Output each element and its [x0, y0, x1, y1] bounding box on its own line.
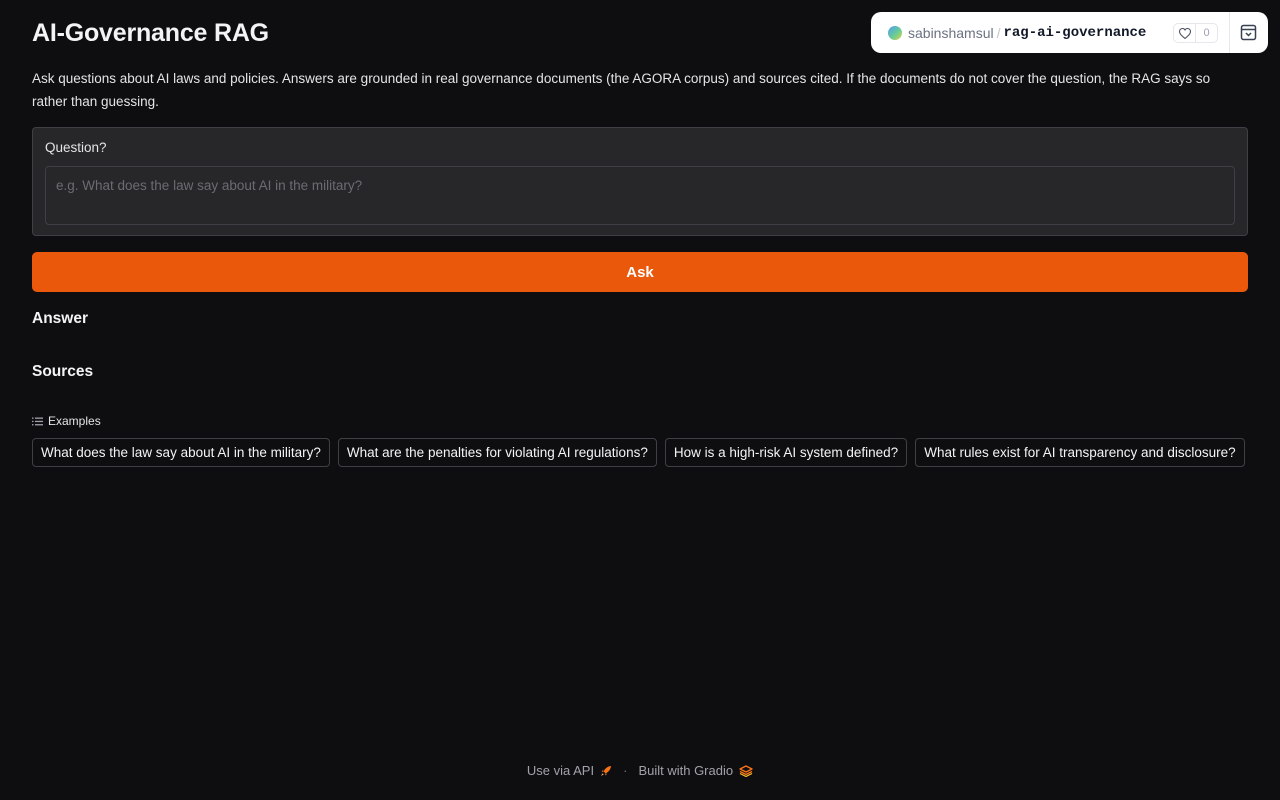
example-military[interactable]: What does the law say about AI in the mi…	[32, 438, 330, 467]
use-via-api-label: Use via API	[526, 763, 595, 778]
built-with-gradio-link[interactable]: Built with Gradio	[638, 763, 753, 778]
ask-button[interactable]: Ask	[32, 252, 1248, 292]
page-title: AI-Governance RAG	[32, 19, 269, 47]
example-high-risk[interactable]: How is a high-risk AI system defined?	[664, 438, 908, 467]
gradio-app: AI-Governance RAG sabinshamsul / rag-ai-…	[0, 0, 1280, 800]
hf-space-badge: sabinshamsul / rag-ai-governance 0	[871, 12, 1268, 53]
rocket-icon	[601, 765, 612, 776]
example-penalties[interactable]: What are the penalties for violating AI …	[337, 438, 657, 467]
footer: Use via API · Built with Gradio	[0, 763, 1280, 778]
question-block: Question?	[32, 127, 1248, 236]
space-owner-link[interactable]: sabinshamsul	[908, 25, 994, 41]
answer-heading: Answer	[32, 310, 88, 327]
use-via-api-link[interactable]: Use via API	[527, 763, 612, 778]
like-button[interactable]: 0	[1173, 23, 1218, 43]
question-label: Question?	[45, 140, 107, 155]
owner-repo-separator: /	[996, 24, 1001, 41]
badge-divider	[1229, 12, 1230, 53]
example-transparency[interactable]: What rules exist for AI transparency and…	[915, 438, 1245, 467]
examples-label: Examples	[48, 414, 101, 428]
gradio-logo-icon	[739, 764, 753, 777]
heart-icon	[1174, 24, 1196, 42]
built-with-gradio-label: Built with Gradio	[638, 763, 734, 778]
space-avatar-icon	[888, 25, 902, 40]
like-count: 0	[1203, 27, 1210, 39]
sources-heading: Sources	[32, 363, 94, 380]
examples-list: What does the law say about AI in the mi…	[32, 438, 1245, 467]
space-repo-link[interactable]: rag-ai-governance	[1004, 25, 1147, 41]
list-icon	[32, 417, 43, 425]
app-description: Ask questions about AI laws and policies…	[32, 71, 1211, 109]
collapse-icon[interactable]	[1240, 24, 1257, 41]
footer-separator: ·	[623, 763, 628, 778]
examples-header: Examples	[32, 414, 101, 428]
question-input[interactable]	[45, 166, 1235, 225]
